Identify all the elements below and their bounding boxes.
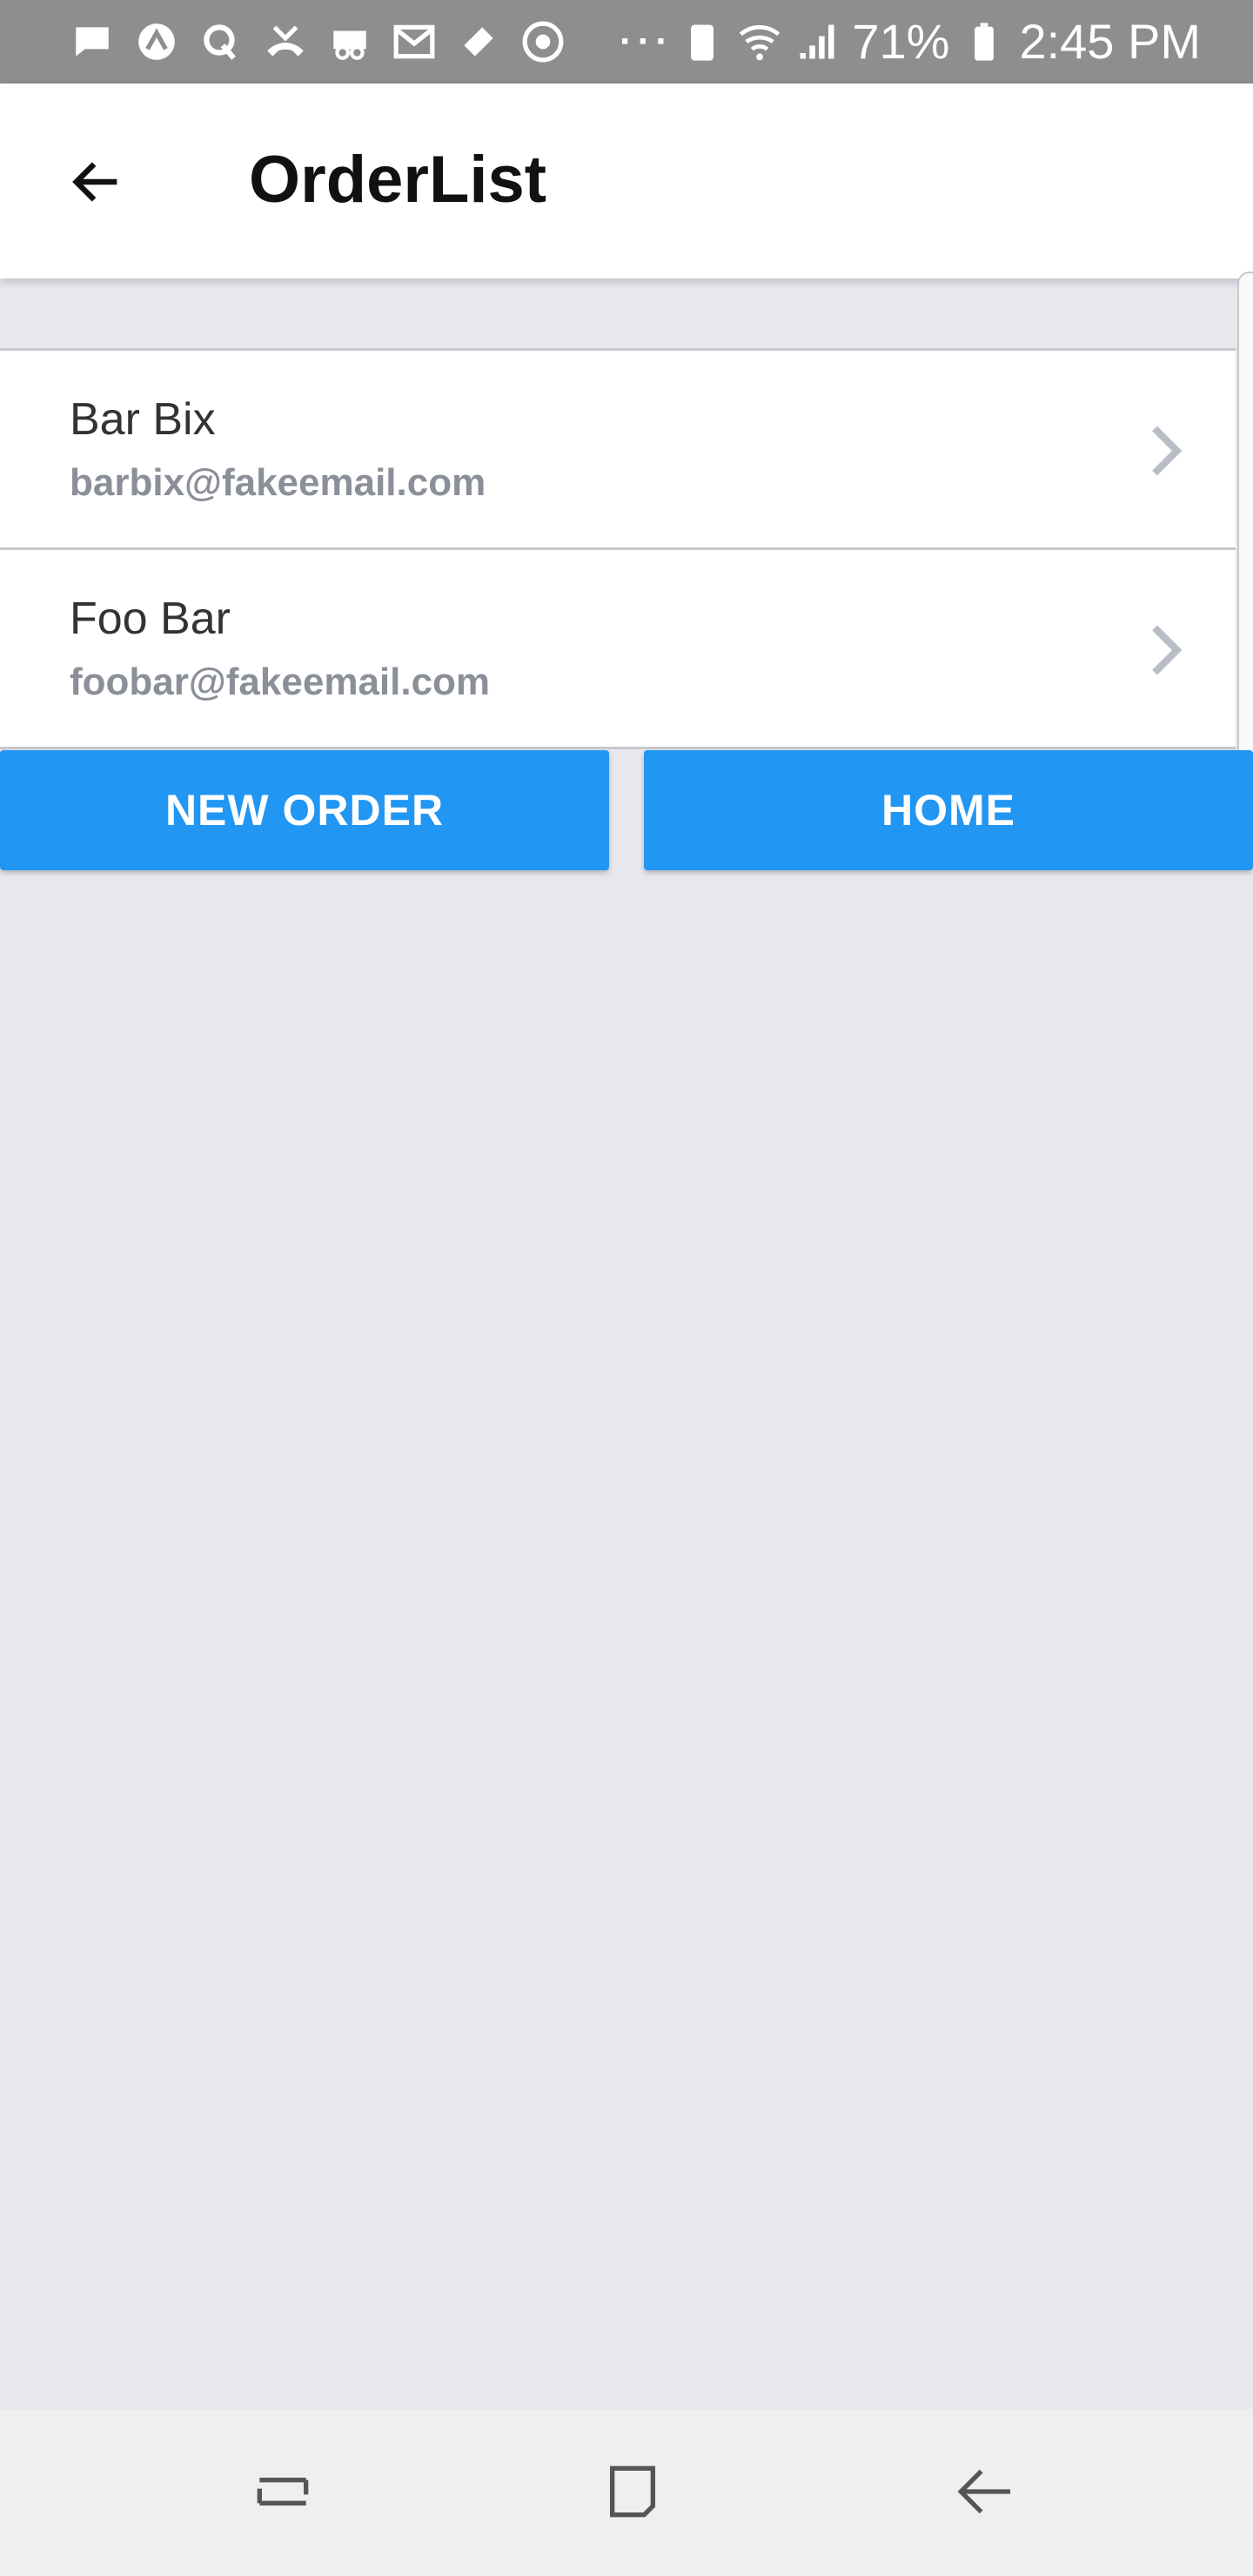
home-nav-button[interactable] [593,2452,672,2531]
battery-icon [975,23,995,61]
order-list: Bar Bix barbix@fakeemail.com Foo Bar foo… [0,348,1236,749]
back-nav-button[interactable] [945,2452,1023,2531]
order-customer-name: Bar Bix [70,394,216,445]
battery-percent: 71% [852,14,950,69]
clock: 2:45 PM [1019,14,1201,69]
system-nav-bar [0,2409,1253,2576]
quora-icon [198,19,244,64]
wifi-icon [740,24,781,61]
battery-saver-icon [691,24,714,61]
app-bar: OrderList [0,84,1253,278]
gmail-icon [392,19,437,64]
chevron-right-icon [1152,625,1183,675]
chevron-right-icon [1152,426,1183,476]
overflow-dots: ··· [620,20,673,63]
list-item[interactable]: Bar Bix barbix@fakeemail.com [0,348,1236,547]
system-status: 71% 2:45 PM [680,0,1201,84]
order-customer-email: barbix@fakeemail.com [70,461,486,504]
missed-call-icon [263,19,308,64]
notification-icons: ··· [70,0,673,84]
home-square-icon [610,2465,655,2518]
recent-apps-icon [257,2478,309,2506]
chrome-icon [520,19,566,64]
page-title: OrderList [249,143,547,217]
ticket-icon [456,19,501,64]
order-customer-name: Foo Bar [70,594,231,644]
app-icon [134,19,179,64]
back-button[interactable] [59,144,134,219]
scrollbar[interactable] [1237,272,1253,788]
voicemail-icon [327,19,372,64]
recent-apps-button[interactable] [244,2452,322,2531]
message-icon [70,19,115,64]
signal-icon [800,24,834,59]
new-order-button[interactable]: NEW ORDER [0,750,609,870]
list-item[interactable]: Foo Bar foobar@fakeemail.com [0,547,1236,749]
back-nav-icon [957,2469,1010,2514]
status-bar: ··· 71% 2:45 PM [0,0,1253,84]
home-button[interactable]: HOME [644,750,1253,870]
order-customer-email: foobar@fakeemail.com [70,661,491,703]
arrow-left-icon [72,162,117,202]
